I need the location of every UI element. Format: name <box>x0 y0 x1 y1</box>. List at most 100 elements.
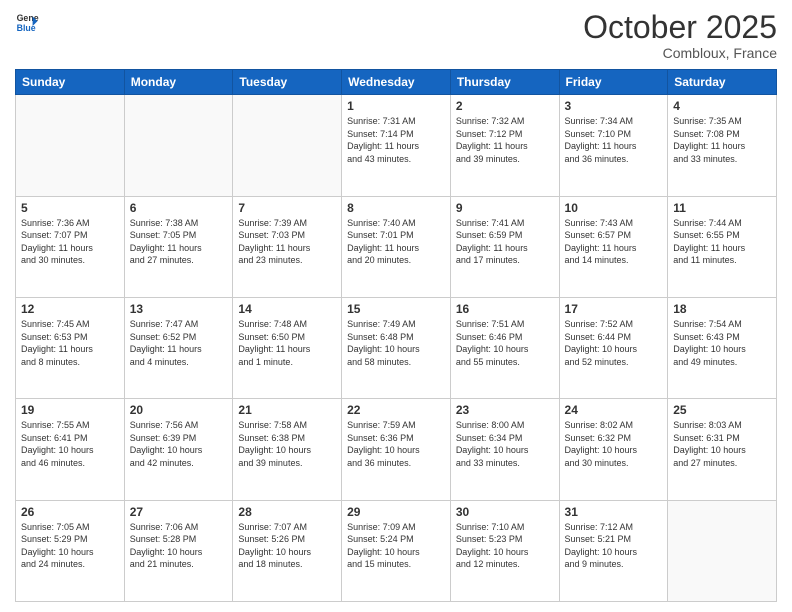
day-number: 21 <box>238 403 336 417</box>
day-number: 15 <box>347 302 445 316</box>
table-row: 30Sunrise: 7:10 AM Sunset: 5:23 PM Dayli… <box>450 500 559 601</box>
table-row: 12Sunrise: 7:45 AM Sunset: 6:53 PM Dayli… <box>16 297 125 398</box>
calendar-table: Sunday Monday Tuesday Wednesday Thursday… <box>15 69 777 602</box>
day-number: 27 <box>130 505 228 519</box>
day-number: 7 <box>238 201 336 215</box>
calendar-row: 19Sunrise: 7:55 AM Sunset: 6:41 PM Dayli… <box>16 399 777 500</box>
page: General Blue October 2025 Combloux, Fran… <box>0 0 792 612</box>
day-number: 25 <box>673 403 771 417</box>
day-number: 9 <box>456 201 554 215</box>
day-number: 5 <box>21 201 119 215</box>
day-number: 29 <box>347 505 445 519</box>
table-row: 2Sunrise: 7:32 AM Sunset: 7:12 PM Daylig… <box>450 95 559 196</box>
day-info: Sunrise: 7:12 AM Sunset: 5:21 PM Dayligh… <box>565 521 663 571</box>
table-row: 20 Sunrise: 7:56 AM Sunset: 6:39 PM Dayli… <box>124 399 233 500</box>
day-info: Sunrise: 7:48 AM Sunset: 6:50 PM Dayligh… <box>238 318 336 368</box>
logo: General Blue <box>15 10 39 34</box>
day-number: 6 <box>130 201 228 215</box>
day-info: Sunrise: 7:40 AM Sunset: 7:01 PM Dayligh… <box>347 217 445 267</box>
day-number: 22 <box>347 403 445 417</box>
header: General Blue October 2025 Combloux, Fran… <box>15 10 777 61</box>
location: Combloux, France <box>583 45 777 61</box>
table-row: 26Sunrise: 7:05 AM Sunset: 5:29 PM Dayli… <box>16 500 125 601</box>
day-info: Sunrise: 7:36 AM Sunset: 7:07 PM Dayligh… <box>21 217 119 267</box>
day-info: Sunrise: 7:44 AM Sunset: 6:55 PM Dayligh… <box>673 217 771 267</box>
day-info: Sunrise: 7:59 AM Sunset: 6:36 PM Dayligh… <box>347 419 445 469</box>
col-tuesday: Tuesday <box>233 70 342 95</box>
day-info: Sunrise: 7:34 AM Sunset: 7:10 PM Dayligh… <box>565 115 663 165</box>
table-row: 5 Sunrise: 7:36 AM Sunset: 7:07 PM Daylig… <box>16 196 125 297</box>
day-info: Sunrise: 7:31 AM Sunset: 7:14 PM Dayligh… <box>347 115 445 165</box>
table-row: 9Sunrise: 7:41 AM Sunset: 6:59 PM Daylig… <box>450 196 559 297</box>
table-row: 6 Sunrise: 7:38 AM Sunset: 7:05 PM Daylig… <box>124 196 233 297</box>
day-info: Sunrise: 7:32 AM Sunset: 7:12 PM Dayligh… <box>456 115 554 165</box>
day-number: 3 <box>565 99 663 113</box>
table-row: 22 Sunrise: 7:59 AM Sunset: 6:36 PM Dayli… <box>342 399 451 500</box>
table-row: 10 Sunrise: 7:43 AM Sunset: 6:57 PM Dayli… <box>559 196 668 297</box>
day-number: 10 <box>565 201 663 215</box>
day-number: 11 <box>673 201 771 215</box>
title-block: October 2025 Combloux, France <box>583 10 777 61</box>
col-sunday: Sunday <box>16 70 125 95</box>
day-info: Sunrise: 7:38 AM Sunset: 7:05 PM Dayligh… <box>130 217 228 267</box>
month-title: October 2025 <box>583 10 777 45</box>
day-info: Sunrise: 8:02 AM Sunset: 6:32 PM Dayligh… <box>565 419 663 469</box>
day-info: Sunrise: 7:58 AM Sunset: 6:38 PM Dayligh… <box>238 419 336 469</box>
table-row: 31 Sunrise: 7:12 AM Sunset: 5:21 PM Dayli… <box>559 500 668 601</box>
day-info: Sunrise: 7:43 AM Sunset: 6:57 PM Dayligh… <box>565 217 663 267</box>
calendar-row: 5 Sunrise: 7:36 AM Sunset: 7:07 PM Daylig… <box>16 196 777 297</box>
day-number: 20 <box>130 403 228 417</box>
day-number: 28 <box>238 505 336 519</box>
day-info: Sunrise: 7:54 AM Sunset: 6:43 PM Dayligh… <box>673 318 771 368</box>
day-number: 24 <box>565 403 663 417</box>
table-row <box>124 95 233 196</box>
table-row: 27 Sunrise: 7:06 AM Sunset: 5:28 PM Dayli… <box>124 500 233 601</box>
col-friday: Friday <box>559 70 668 95</box>
col-saturday: Saturday <box>668 70 777 95</box>
day-info: Sunrise: 7:52 AM Sunset: 6:44 PM Dayligh… <box>565 318 663 368</box>
table-row: 29 Sunrise: 7:09 AM Sunset: 5:24 PM Dayli… <box>342 500 451 601</box>
day-info: Sunrise: 7:06 AM Sunset: 5:28 PM Dayligh… <box>130 521 228 571</box>
day-number: 31 <box>565 505 663 519</box>
table-row: 1 Sunrise: 7:31 AM Sunset: 7:14 PM Daylig… <box>342 95 451 196</box>
day-number: 12 <box>21 302 119 316</box>
col-thursday: Thursday <box>450 70 559 95</box>
logo-icon: General Blue <box>15 10 39 34</box>
calendar-row: 26Sunrise: 7:05 AM Sunset: 5:29 PM Dayli… <box>16 500 777 601</box>
table-row: 8Sunrise: 7:40 AM Sunset: 7:01 PM Daylig… <box>342 196 451 297</box>
table-row: 7 Sunrise: 7:39 AM Sunset: 7:03 PM Daylig… <box>233 196 342 297</box>
day-number: 13 <box>130 302 228 316</box>
day-info: Sunrise: 7:10 AM Sunset: 5:23 PM Dayligh… <box>456 521 554 571</box>
day-info: Sunrise: 8:03 AM Sunset: 6:31 PM Dayligh… <box>673 419 771 469</box>
col-wednesday: Wednesday <box>342 70 451 95</box>
table-row <box>16 95 125 196</box>
table-row: 23 Sunrise: 8:00 AM Sunset: 6:34 PM Dayli… <box>450 399 559 500</box>
table-row: 21 Sunrise: 7:58 AM Sunset: 6:38 PM Dayli… <box>233 399 342 500</box>
table-row: 11 Sunrise: 7:44 AM Sunset: 6:55 PM Dayli… <box>668 196 777 297</box>
day-number: 23 <box>456 403 554 417</box>
day-info: Sunrise: 8:00 AM Sunset: 6:34 PM Dayligh… <box>456 419 554 469</box>
day-number: 4 <box>673 99 771 113</box>
day-info: Sunrise: 7:07 AM Sunset: 5:26 PM Dayligh… <box>238 521 336 571</box>
day-number: 17 <box>565 302 663 316</box>
table-row: 4 Sunrise: 7:35 AM Sunset: 7:08 PM Daylig… <box>668 95 777 196</box>
day-info: Sunrise: 7:35 AM Sunset: 7:08 PM Dayligh… <box>673 115 771 165</box>
table-row: 18 Sunrise: 7:54 AM Sunset: 6:43 PM Dayli… <box>668 297 777 398</box>
table-row: 17 Sunrise: 7:52 AM Sunset: 6:44 PM Dayli… <box>559 297 668 398</box>
table-row: 16 Sunrise: 7:51 AM Sunset: 6:46 PM Dayli… <box>450 297 559 398</box>
table-row: 19Sunrise: 7:55 AM Sunset: 6:41 PM Dayli… <box>16 399 125 500</box>
day-info: Sunrise: 7:51 AM Sunset: 6:46 PM Dayligh… <box>456 318 554 368</box>
day-number: 16 <box>456 302 554 316</box>
day-number: 18 <box>673 302 771 316</box>
day-number: 1 <box>347 99 445 113</box>
table-row <box>668 500 777 601</box>
day-info: Sunrise: 7:39 AM Sunset: 7:03 PM Dayligh… <box>238 217 336 267</box>
calendar-header-row: Sunday Monday Tuesday Wednesday Thursday… <box>16 70 777 95</box>
day-info: Sunrise: 7:56 AM Sunset: 6:39 PM Dayligh… <box>130 419 228 469</box>
day-info: Sunrise: 7:09 AM Sunset: 5:24 PM Dayligh… <box>347 521 445 571</box>
table-row: 13Sunrise: 7:47 AM Sunset: 6:52 PM Dayli… <box>124 297 233 398</box>
table-row: 14Sunrise: 7:48 AM Sunset: 6:50 PM Dayli… <box>233 297 342 398</box>
table-row <box>233 95 342 196</box>
table-row: 15Sunrise: 7:49 AM Sunset: 6:48 PM Dayli… <box>342 297 451 398</box>
table-row: 24 Sunrise: 8:02 AM Sunset: 6:32 PM Dayli… <box>559 399 668 500</box>
